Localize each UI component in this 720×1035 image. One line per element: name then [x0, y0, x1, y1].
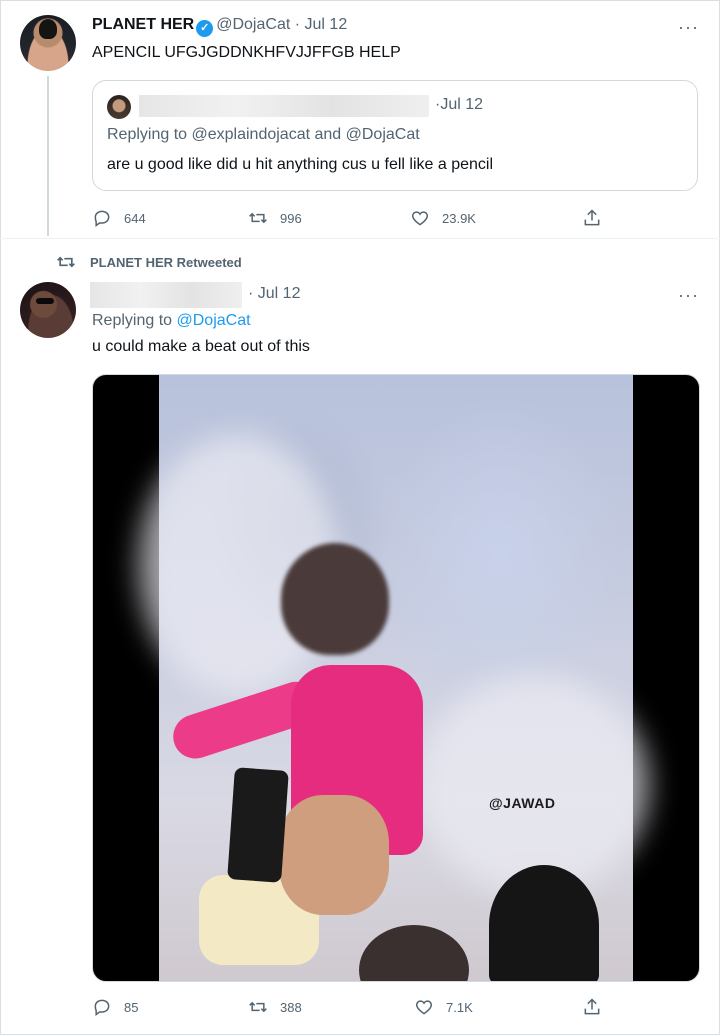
reply-button[interactable]: 644: [92, 208, 146, 228]
redacted-name: [139, 95, 429, 117]
share-icon: [584, 209, 600, 226]
tweet-meta: · Jul 12: [248, 285, 300, 303]
tweet-actions: 644 996 23.9K: [92, 208, 612, 230]
tweet-text: APENCIL UFGJGDDNKHFVJJFFGB HELP: [92, 44, 401, 61]
separator-dot: ·: [294, 16, 301, 33]
like-button[interactable]: 7.1K: [414, 997, 473, 1017]
reply-count: 85: [124, 999, 139, 1015]
retweeted-by-label: PLANET HER Retweeted: [90, 254, 242, 270]
quoted-date: Jul 12: [440, 96, 484, 113]
tweet-date[interactable]: Jul 12: [258, 285, 301, 302]
retweet-count: 996: [280, 210, 302, 226]
separator-dot: ·: [248, 285, 254, 302]
redacted-name: [90, 282, 242, 308]
tweet-actions: 85 388 7.1K: [92, 997, 612, 1019]
reply-icon: [94, 999, 110, 1016]
quoted-tweet[interactable]: ·Jul 12 Replying to @explaindojacat and …: [92, 80, 698, 191]
share-button[interactable]: [582, 208, 614, 228]
replying-handle-link[interactable]: @DojaCat: [177, 312, 251, 329]
thread-line: [47, 76, 49, 236]
retweet-button[interactable]: 388: [248, 997, 302, 1017]
quoted-replying-to: Replying to @explaindojacat and @DojaCat: [107, 126, 420, 143]
performer-hair: [281, 543, 389, 655]
retweeted-by[interactable]: PLANET HER Retweeted: [56, 252, 242, 272]
reply-button[interactable]: 85: [92, 997, 138, 1017]
retweet-icon: [249, 1001, 267, 1013]
retweet-icon: [57, 256, 75, 268]
avatar-retweeter[interactable]: [20, 282, 76, 338]
reply-icon: [94, 210, 110, 227]
verified-badge-icon: ✓: [196, 20, 214, 37]
quoted-avatar: [107, 95, 131, 119]
like-button[interactable]: 23.9K: [410, 208, 476, 228]
like-count: 23.9K: [442, 210, 476, 226]
quoted-meta: ·Jul 12: [435, 96, 483, 114]
share-icon: [584, 998, 600, 1015]
tweet-video[interactable]: @JAWAD: [92, 374, 700, 982]
more-icon[interactable]: ···: [678, 286, 699, 304]
display-name[interactable]: PLANET HER: [92, 16, 194, 33]
replying-to: Replying to @DojaCat: [92, 312, 251, 330]
tweet-text: u could make a beat out of this: [92, 338, 310, 355]
like-icon: [411, 211, 429, 226]
handle[interactable]: @DojaCat: [216, 16, 290, 33]
tweet-dojacat[interactable]: PLANET HER ✓ @DojaCat · Jul 12 ··· APENCIL…: [0, 0, 720, 238]
tweet-date[interactable]: Jul 12: [305, 16, 348, 33]
avatar-dojacat[interactable]: [20, 15, 76, 71]
crowd-hands: [279, 795, 389, 915]
video-frame: @JAWAD: [139, 375, 649, 981]
retweet-icon: [249, 212, 267, 224]
security-helmet: [489, 865, 599, 981]
quoted-text: are u good like did u hit anything cus u…: [107, 156, 494, 173]
replying-prefix: Replying to: [92, 312, 177, 329]
crowd-phone: [227, 767, 289, 883]
share-button[interactable]: [582, 997, 614, 1017]
retweet-button[interactable]: 996: [248, 208, 302, 228]
tweet-header: PLANET HER ✓ @DojaCat · Jul 12: [92, 16, 347, 37]
crowd-head: [359, 925, 469, 981]
video-watermark: @JAWAD: [489, 795, 556, 811]
like-count: 7.1K: [446, 999, 473, 1015]
reply-count: 644: [124, 210, 146, 226]
smoke-cloud: [419, 675, 649, 895]
more-icon[interactable]: ···: [678, 18, 699, 36]
like-icon: [415, 1000, 433, 1015]
retweet-count: 388: [280, 999, 302, 1015]
